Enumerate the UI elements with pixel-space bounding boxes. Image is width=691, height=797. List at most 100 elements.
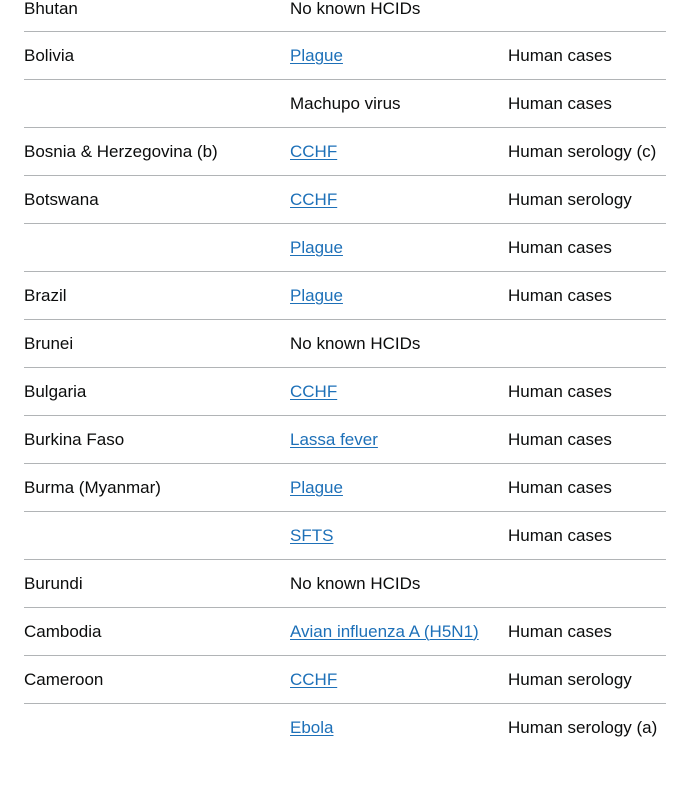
evidence-label: Human cases: [508, 45, 612, 65]
evidence-label: Human serology (a): [508, 717, 658, 737]
country-cell: Cambodia: [24, 607, 290, 656]
evidence-cell: [508, 0, 666, 32]
evidence-cell: Human cases: [508, 79, 666, 128]
evidence-cell: Human serology: [508, 655, 666, 704]
country-label: Brazil: [24, 285, 67, 305]
disease-label: No known HCIDs: [290, 0, 421, 18]
country-cell: Bulgaria: [24, 367, 290, 416]
evidence-label: Human serology (c): [508, 141, 657, 161]
evidence-cell: Human cases: [508, 271, 666, 320]
table-row: SFTS Human cases: [24, 511, 666, 560]
disease-link[interactable]: Ebola: [290, 718, 333, 737]
evidence-cell: Human serology (c): [508, 127, 666, 176]
disease-cell: CCHF: [290, 175, 508, 224]
country-cell: Burkina Faso: [24, 415, 290, 464]
country-cell: Burundi: [24, 559, 290, 608]
disease-cell: Ebola: [290, 703, 508, 751]
table-row: Bolivia Plague Human cases: [24, 31, 666, 80]
evidence-cell: Human cases: [508, 223, 666, 272]
country-cell: Bosnia & Herzegovina (b): [24, 127, 290, 176]
evidence-label: Human cases: [508, 621, 612, 641]
disease-link[interactable]: CCHF: [290, 142, 337, 161]
country-label: Burma (Myanmar): [24, 477, 161, 497]
evidence-label: Human serology: [508, 189, 632, 209]
disease-label: Machupo virus: [290, 93, 401, 113]
evidence-label: Human cases: [508, 525, 612, 545]
country-cell: [24, 511, 290, 560]
evidence-cell: Human cases: [508, 367, 666, 416]
disease-cell: Plague: [290, 31, 508, 80]
table-body: Bhutan No known HCIDs Bolivia Plague Human c…: [24, 0, 666, 751]
disease-cell: CCHF: [290, 367, 508, 416]
disease-label: No known HCIDs: [290, 333, 421, 353]
disease-link[interactable]: CCHF: [290, 190, 337, 209]
country-label: Bulgaria: [24, 381, 87, 401]
country-cell: Botswana: [24, 175, 290, 224]
table-row: Burkina Faso Lassa fever Human cases: [24, 415, 666, 464]
disease-cell: No known HCIDs: [290, 559, 508, 608]
evidence-cell: [508, 319, 666, 368]
evidence-cell: [508, 559, 666, 608]
disease-link[interactable]: SFTS: [290, 526, 333, 545]
evidence-cell: Human serology (a): [508, 703, 666, 751]
country-cell: [24, 79, 290, 128]
table-row: Plague Human cases: [24, 223, 666, 272]
table-row: Ebola Human serology (a): [24, 703, 666, 751]
country-label: Burkina Faso: [24, 429, 125, 449]
disease-cell: SFTS: [290, 511, 508, 560]
disease-link[interactable]: CCHF: [290, 670, 337, 689]
table-row: Cambodia Avian influenza A (H5N1) Human ca…: [24, 607, 666, 656]
disease-cell: Plague: [290, 271, 508, 320]
disease-link[interactable]: CCHF: [290, 382, 337, 401]
evidence-cell: Human cases: [508, 607, 666, 656]
table-row: Machupo virus Human cases: [24, 79, 666, 128]
evidence-cell: Human cases: [508, 463, 666, 512]
disease-cell: Plague: [290, 223, 508, 272]
country-cell: Bhutan: [24, 0, 290, 32]
evidence-label: Human cases: [508, 381, 612, 401]
table-row: Brunei No known HCIDs: [24, 319, 666, 368]
country-cell: Cameroon: [24, 655, 290, 704]
evidence-label: Human cases: [508, 429, 612, 449]
country-label: Burundi: [24, 573, 83, 593]
table-row: Burundi No known HCIDs: [24, 559, 666, 608]
table-row: Bulgaria CCHF Human cases: [24, 367, 666, 416]
disease-link[interactable]: Plague: [290, 478, 343, 497]
hcid-country-table: Bhutan No known HCIDs Bolivia Plague Human c…: [0, 0, 691, 751]
evidence-label: Human cases: [508, 285, 612, 305]
country-label: Botswana: [24, 189, 99, 209]
disease-cell: Avian influenza A (H5N1): [290, 607, 508, 656]
disease-link[interactable]: Avian influenza A (H5N1): [290, 622, 479, 641]
evidence-label: Human cases: [508, 237, 612, 257]
disease-link[interactable]: Plague: [290, 46, 343, 65]
country-label: Bolivia: [24, 45, 75, 65]
disease-link[interactable]: Lassa fever: [290, 430, 378, 449]
evidence-cell: Human cases: [508, 511, 666, 560]
disease-cell: No known HCIDs: [290, 319, 508, 368]
disease-label: No known HCIDs: [290, 573, 421, 593]
disease-cell: CCHF: [290, 127, 508, 176]
evidence-cell: Human cases: [508, 31, 666, 80]
table-row: Botswana CCHF Human serology: [24, 175, 666, 224]
disease-link[interactable]: Plague: [290, 238, 343, 257]
evidence-cell: Human cases: [508, 415, 666, 464]
country-cell: [24, 223, 290, 272]
disease-link[interactable]: Plague: [290, 286, 343, 305]
table-row: Bosnia & Herzegovina (b) CCHF Human serolo…: [24, 127, 666, 176]
evidence-cell: Human serology: [508, 175, 666, 224]
disease-cell: No known HCIDs: [290, 0, 508, 32]
country-cell: Bolivia: [24, 31, 290, 80]
disease-cell: Lassa fever: [290, 415, 508, 464]
country-cell: Burma (Myanmar): [24, 463, 290, 512]
evidence-label: Human serology: [508, 669, 632, 689]
country-label: Cameroon: [24, 669, 104, 689]
disease-cell: Plague: [290, 463, 508, 512]
country-cell: Brunei: [24, 319, 290, 368]
disease-cell: Machupo virus: [290, 79, 508, 128]
table-row: Bhutan No known HCIDs: [24, 0, 666, 32]
country-label: Bosnia & Herzegovina (b): [24, 141, 218, 161]
disease-cell: CCHF: [290, 655, 508, 704]
evidence-label: Human cases: [508, 93, 612, 113]
country-label: Cambodia: [24, 621, 102, 641]
table-row: Cameroon CCHF Human serology: [24, 655, 666, 704]
